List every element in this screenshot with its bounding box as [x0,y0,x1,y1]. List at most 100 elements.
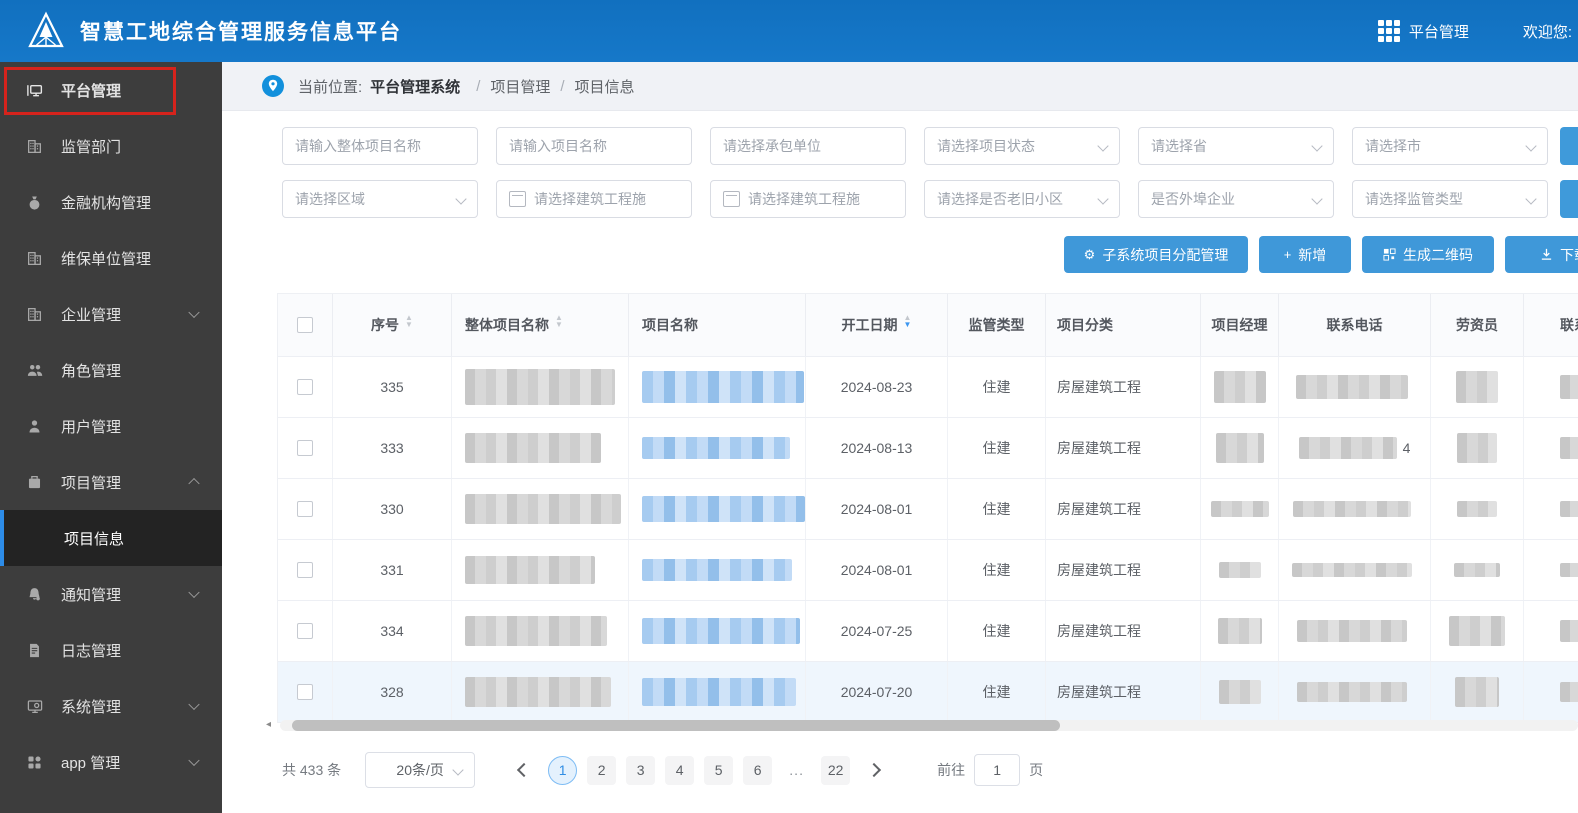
breadcrumb-level2[interactable]: 项目信息 [575,76,635,97]
scroll-left-arrow-icon[interactable]: ◂ [266,719,271,730]
project-name-link-redacted[interactable] [629,662,806,722]
breadcrumb-root[interactable]: 平台管理系统 [370,76,460,97]
building-icon [26,138,48,155]
province-select[interactable]: 请选择省 [1138,127,1334,165]
page-button-1[interactable]: 1 [548,755,578,785]
old-community-select[interactable]: 请选择是否老旧小区 [924,180,1120,218]
phone-redacted [1279,479,1431,539]
sidebar-subitem-project-info[interactable]: 项目信息 [0,510,222,566]
chevron-left-icon [517,762,532,778]
row-checkbox[interactable] [297,623,313,639]
page-button-2[interactable]: 2 [587,755,617,785]
prev-page-button[interactable] [509,755,539,785]
chevron-down-icon [1097,140,1109,152]
subsystem-assign-button[interactable]: ⚙ 子系统项目分配管理 [1064,236,1248,273]
project-name-input[interactable]: 请输入项目名称 [496,127,692,165]
search-button-cut[interactable] [1560,127,1578,165]
phone-redacted [1279,601,1431,661]
page-button-6[interactable]: 6 [743,755,773,785]
project-name-link-redacted[interactable] [629,601,806,661]
city-select[interactable]: 请选择市 [1352,127,1548,165]
building-icon [26,250,48,267]
district-select[interactable]: 请选择区域 [282,180,478,218]
category-cell: 房屋建筑工程 [1046,357,1201,417]
overall-name-redacted [452,601,629,661]
col-seq[interactable]: 序号 ▲ ▼ [333,294,452,356]
main-content: 当前位置: 平台管理系统 / 项目管理 / 项目信息 请输入整体项目名称 请输入… [222,62,1578,813]
chevron-down-icon [188,698,200,711]
generate-qrcode-button[interactable]: 生成二维码 [1362,236,1494,273]
sidebar-item-user-management[interactable]: 用户管理 [0,398,222,454]
table-row[interactable]: 335 2024-08-23 住建 房屋建筑工程 [278,357,1578,418]
more-pages-ellipsis[interactable]: ... [782,756,811,785]
page-button-4[interactable]: 4 [665,755,695,785]
next-page-button[interactable] [859,755,889,785]
sidebar-item-role-management[interactable]: 角色管理 [0,342,222,398]
add-button[interactable]: + 新增 [1259,236,1351,273]
manager-redacted [1201,418,1279,478]
col-project-manager: 项目经理 [1201,294,1279,356]
sort-icon-active[interactable]: ▲ ▼ [904,314,912,332]
page-button-5[interactable]: 5 [704,755,734,785]
sidebar-item-platform-management[interactable]: 平台管理 [0,62,222,118]
labor-phone-redacted [1524,479,1578,539]
overall-project-name-input[interactable]: 请输入整体项目名称 [282,127,478,165]
project-name-link-redacted[interactable] [629,357,806,417]
table-row[interactable]: 334 2024-07-25 住建 房屋建筑工程 [278,601,1578,662]
col-overall-name[interactable]: 整体项目名称 ▲ ▼ [452,294,629,356]
overall-name-redacted [452,479,629,539]
row-checkbox[interactable] [297,501,313,517]
sidebar-item-enterprise-management[interactable]: 企业管理 [0,286,222,342]
platform-menu[interactable]: 平台管理 [1377,20,1469,42]
qrcode-icon [1383,248,1396,261]
table-row[interactable]: 331 2024-08-01 住建 房屋建筑工程 [278,540,1578,601]
calendar-icon [509,191,526,207]
sidebar-item-maintenance-unit[interactable]: 维保单位管理 [0,230,222,286]
foreign-enterprise-select[interactable]: 是否外埠企业 [1138,180,1334,218]
sidebar-item-project-management[interactable]: 项目管理 [0,454,222,510]
sort-icon[interactable]: ▲ ▼ [555,314,563,332]
project-name-link-redacted[interactable] [629,540,806,600]
select-all-checkbox[interactable] [297,317,313,333]
sidebar-item-regulatory-department[interactable]: 监管部门 [0,118,222,174]
scrollbar-thumb[interactable] [292,720,1060,731]
sidebar-item-label: 金融机构管理 [61,194,152,212]
download-button[interactable]: 下载 [1505,236,1578,273]
breadcrumb-level1[interactable]: 项目管理 [490,76,550,97]
page-size-select[interactable]: 20条/页 [365,752,476,788]
reset-button-cut[interactable] [1560,180,1578,218]
supervision-type-select[interactable]: 请选择监管类型 [1352,180,1548,218]
goto-page-input[interactable] [974,754,1021,786]
construction-date-end-picker[interactable]: 请选择建筑工程施 [710,180,906,218]
construction-date-start-picker[interactable]: 请选择建筑工程施 [496,180,692,218]
sort-icon[interactable]: ▲ ▼ [405,314,413,332]
seq-cell: 330 [333,479,452,539]
col-start-date[interactable]: 开工日期 ▲ ▼ [806,294,948,356]
phone-redacted [1279,662,1431,722]
page-button-22[interactable]: 22 [821,755,851,785]
table-row-hovered[interactable]: 328 2024-07-20 住建 房屋建筑工程 [278,662,1578,723]
sidebar-item-log-management[interactable]: 日志管理 [0,622,222,678]
contractor-select[interactable]: 请选择承包单位 [710,127,906,165]
table-row[interactable]: 330 2024-08-01 住建 房屋建筑工程 [278,479,1578,540]
row-checkbox[interactable] [297,562,313,578]
sidebar-item-financial-institution[interactable]: 金融机构管理 [0,174,222,230]
chevron-down-icon [1311,193,1323,205]
sidebar-item-app-management[interactable]: app 管理 [0,734,222,790]
table-row[interactable]: 333 2024-08-13 住建 房屋建筑工程 4 [278,418,1578,479]
project-name-link-redacted[interactable] [629,479,806,539]
horizontal-scrollbar[interactable]: ◂ [266,719,1578,731]
placeholder-text: 请选择是否老旧小区 [937,191,1063,207]
col-labor-phone: 联系电话 [1524,294,1578,356]
sidebar-item-notice-management[interactable]: 通知管理 [0,566,222,622]
project-name-link-redacted[interactable] [629,418,806,478]
page-button-3[interactable]: 3 [626,755,656,785]
col-supervision-type: 监管类型 [948,294,1046,356]
row-checkbox[interactable] [297,684,313,700]
row-checkbox[interactable] [297,440,313,456]
monitor-icon [26,82,48,99]
row-checkbox[interactable] [297,379,313,395]
building-icon [26,306,48,323]
project-status-select[interactable]: 请选择项目状态 [924,127,1120,165]
sidebar-item-system-management[interactable]: 系统管理 [0,678,222,734]
